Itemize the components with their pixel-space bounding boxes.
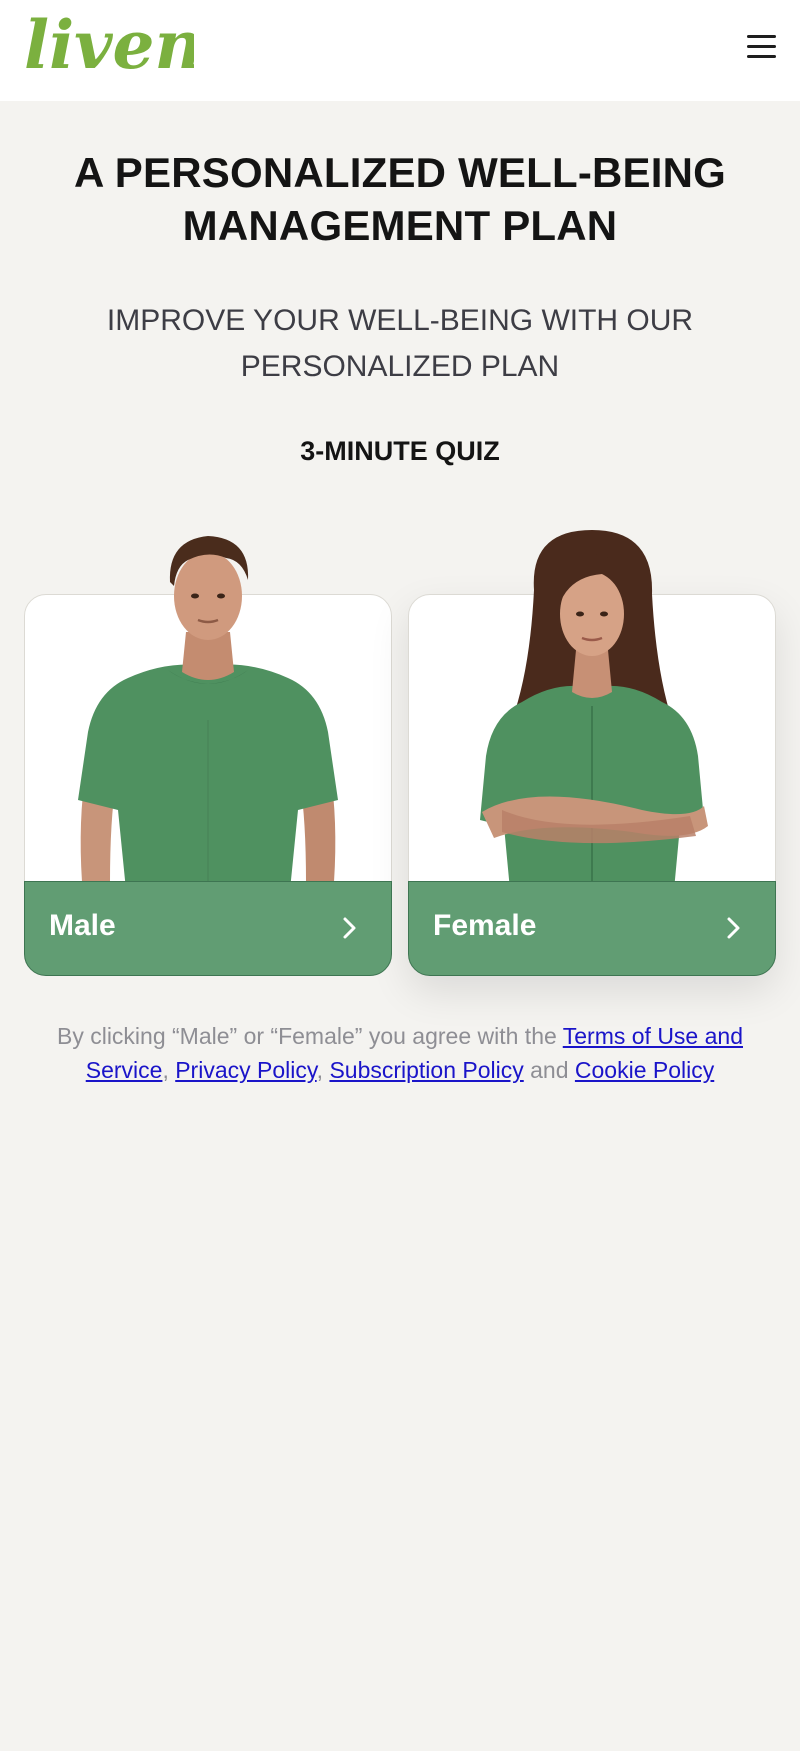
logo-text: liven xyxy=(24,14,194,84)
hamburger-menu-icon[interactable] xyxy=(740,30,784,64)
page-subtitle-line-1: IMPROVE YOUR WELL-BEING WITH OUR xyxy=(106,304,694,337)
menu-bar xyxy=(747,35,776,38)
male-hair xyxy=(169,536,249,586)
top-header: liven xyxy=(0,0,800,101)
page-title-line-2: MANAGEMENT PLAN xyxy=(182,202,618,249)
cookie-policy-link[interactable]: Cookie Policy xyxy=(575,1057,714,1083)
chevron-right-icon xyxy=(727,917,740,939)
legal-separator: , xyxy=(162,1057,176,1083)
legal-separator: , xyxy=(316,1057,330,1083)
chevron-right-icon xyxy=(343,917,356,939)
male-button[interactable]: Male xyxy=(24,881,392,976)
female-button[interactable]: Female xyxy=(408,881,776,976)
female-button-label: Female xyxy=(433,909,537,942)
page-subtitle: IMPROVE YOUR WELL-BEING WITH OUR PERSONA… xyxy=(80,298,720,390)
page-title-line-1: A PERSONALIZED WELL-BEING xyxy=(73,149,727,196)
menu-bar xyxy=(747,45,776,48)
male-button-label: Male xyxy=(49,909,116,942)
menu-bar xyxy=(747,55,776,58)
legal-and: and xyxy=(523,1057,575,1083)
page-title: A PERSONALIZED WELL-BEING MANAGEMENT PLA… xyxy=(60,146,740,252)
legal-prefix: By clicking “Male” or “Female” you agree… xyxy=(56,1023,563,1049)
liven-logo[interactable]: liven xyxy=(24,6,202,84)
privacy-policy-link[interactable]: Privacy Policy xyxy=(175,1057,316,1083)
quiz-duration-label: 3-MINUTE QUIZ xyxy=(300,436,500,466)
page-subtitle-line-2: PERSONALIZED PLAN xyxy=(240,350,560,383)
subscription-policy-link[interactable]: Subscription Policy xyxy=(329,1057,523,1083)
logo-wordmark: liven xyxy=(24,6,202,84)
legal-disclaimer: By clicking “Male” or “Female” you agree… xyxy=(30,1019,770,1087)
